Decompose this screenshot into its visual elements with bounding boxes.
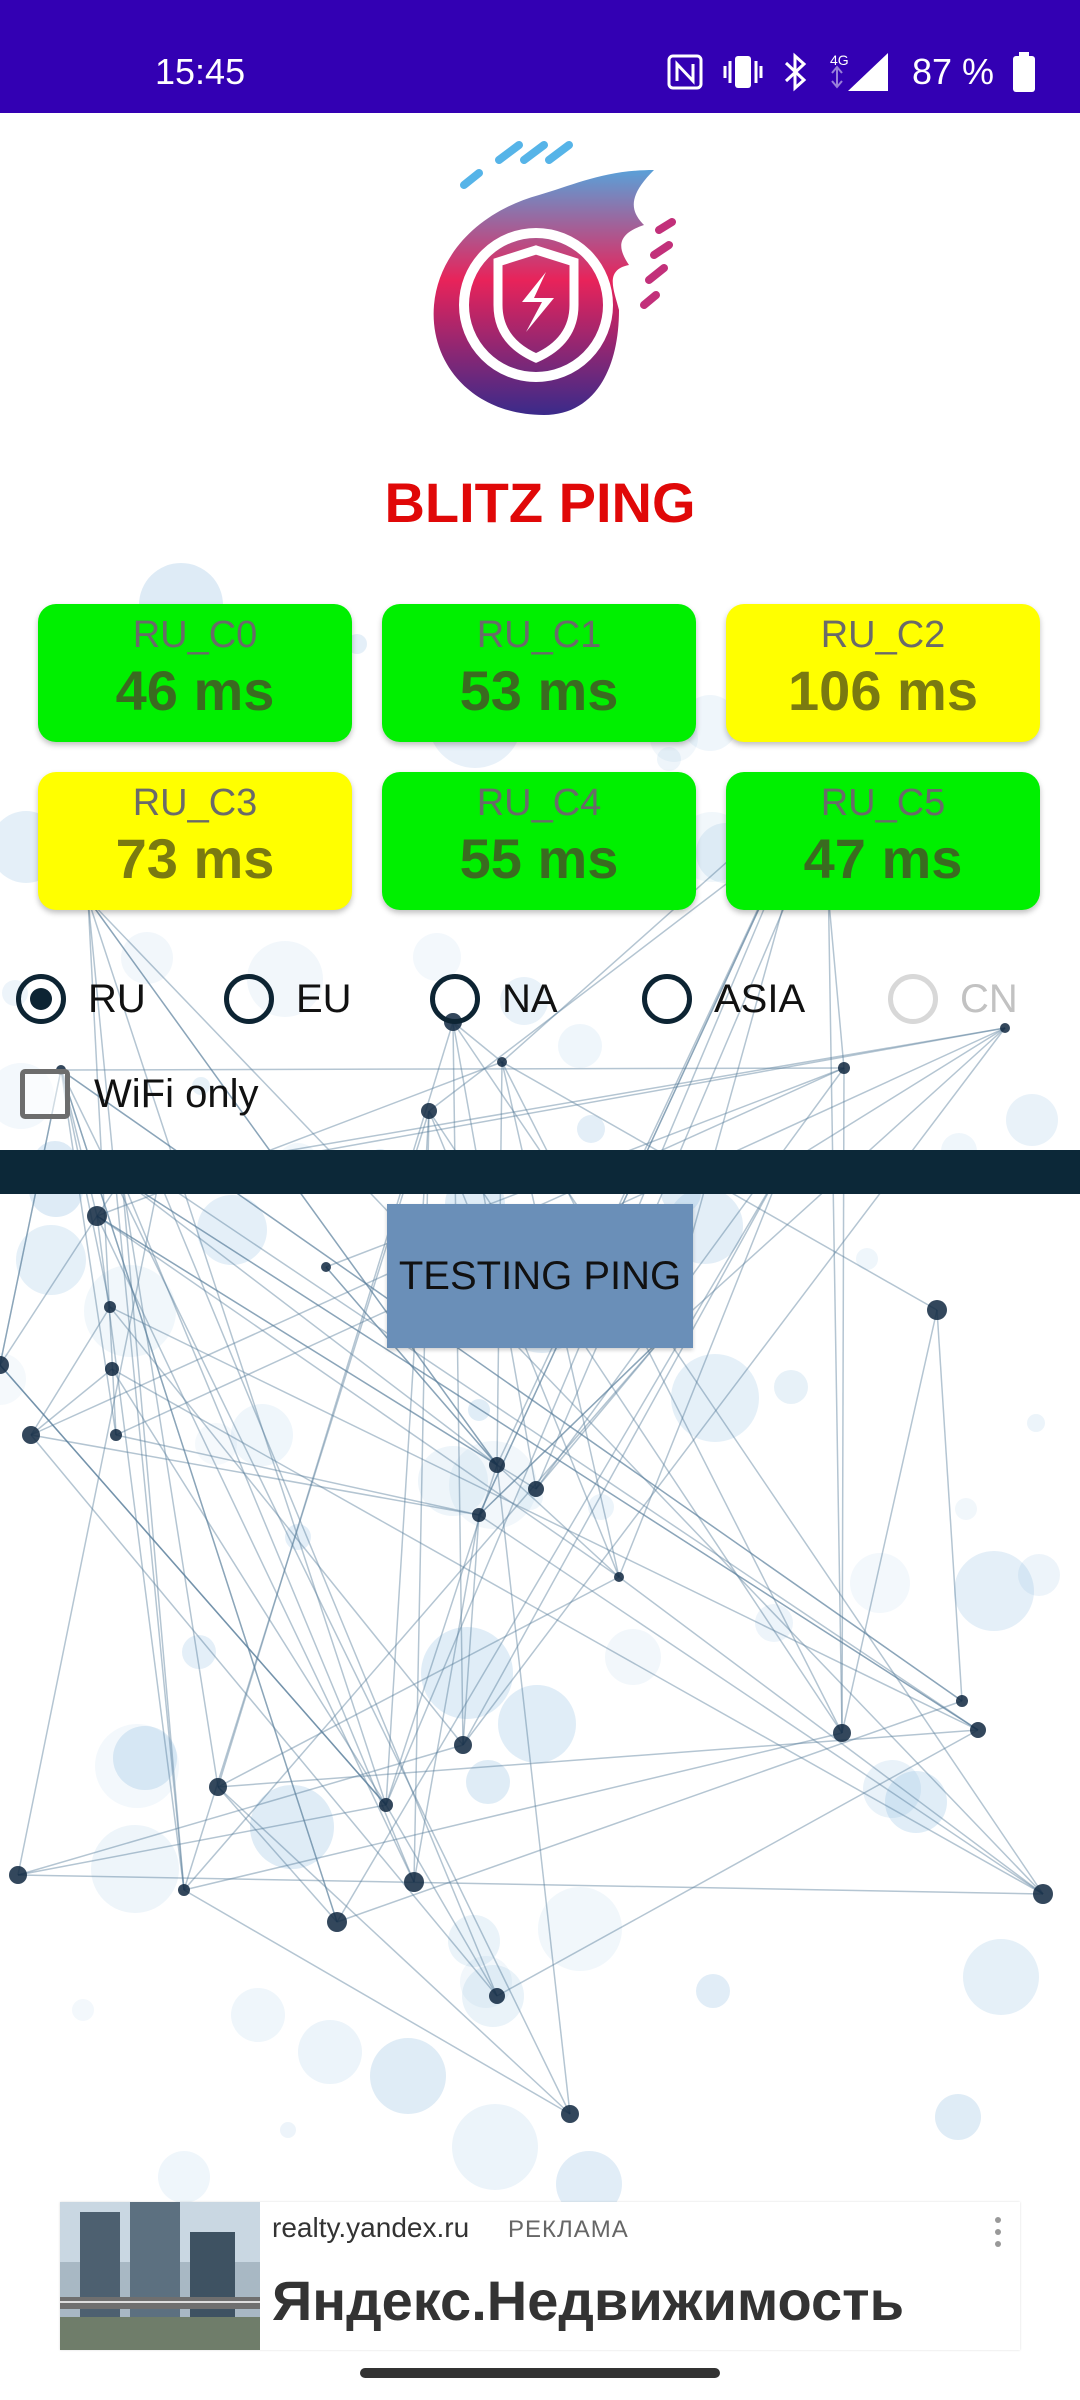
battery-icon	[1012, 52, 1036, 92]
radio-ru[interactable]	[16, 974, 66, 1024]
divider-bar	[0, 1150, 1080, 1194]
ad-label: РЕКЛАМА	[508, 2216, 629, 2243]
bluetooth-icon	[782, 52, 810, 92]
testing-ping-button[interactable]: TESTING PING	[387, 1204, 693, 1348]
radio-na[interactable]	[430, 974, 480, 1024]
status-bar: 15:45 4G 87 %	[0, 0, 1080, 113]
region-option-ru[interactable]: RU	[16, 966, 146, 1032]
home-indicator[interactable]	[360, 2368, 720, 2378]
more-vert-icon[interactable]	[992, 2214, 1004, 2254]
app-title: BLITZ PING	[384, 471, 696, 534]
server-card-ru-c0[interactable]: RU_C0 46 ms	[38, 604, 352, 742]
ad-title: Яндекс.Недвижимость	[272, 2269, 905, 2332]
server-card-ru-c5[interactable]: RU_C5 47 ms	[726, 772, 1040, 910]
status-icons: 4G 87 %	[666, 46, 1036, 98]
server-name: RU_C3	[132, 782, 258, 824]
server-ping: 53 ms	[459, 659, 619, 722]
server-card-ru-c1[interactable]: RU_C1 53 ms	[382, 604, 696, 742]
status-time: 15:45	[155, 51, 246, 92]
wifi-only-checkbox[interactable]	[20, 1069, 70, 1119]
wifi-only-option[interactable]: WiFi only	[20, 1066, 258, 1122]
server-name: RU_C1	[476, 614, 602, 656]
server-name: RU_C4	[476, 782, 602, 824]
server-name: RU_C2	[820, 614, 946, 656]
server-ping: 47 ms	[803, 827, 963, 890]
ad-domain: realty.yandex.ru	[272, 2212, 470, 2243]
region-selector: RU EU NA ASIA CN	[16, 966, 1080, 1032]
region-option-eu[interactable]: EU	[224, 966, 352, 1032]
server-name: RU_C0	[132, 614, 258, 656]
ad-banner[interactable]: realty.yandex.ru РЕКЛАМА Яндекс.Недвижим…	[60, 2202, 1020, 2350]
server-cards: RU_C0 46 ms RU_C1 53 ms RU_C2 106 ms RU_…	[38, 604, 1042, 910]
server-name: RU_C5	[820, 782, 946, 824]
radio-eu[interactable]	[224, 974, 274, 1024]
wifi-only-label: WiFi only	[94, 1071, 259, 1116]
radio-cn	[888, 974, 938, 1024]
blitz-ping-logo	[404, 140, 684, 420]
nfc-icon	[666, 53, 704, 91]
server-card-ru-c4[interactable]: RU_C4 55 ms	[382, 772, 696, 910]
svg-text:4G: 4G	[830, 52, 849, 68]
region-option-cn: CN	[888, 966, 1018, 1032]
signal-icon: 4G	[828, 51, 890, 93]
server-ping: 73 ms	[115, 827, 275, 890]
region-label: RU	[88, 976, 146, 1021]
server-ping: 55 ms	[459, 827, 619, 890]
server-card-ru-c3[interactable]: RU_C3 73 ms	[38, 772, 352, 910]
server-ping: 106 ms	[788, 659, 978, 722]
region-label: EU	[296, 976, 352, 1021]
region-label: CN	[960, 976, 1018, 1021]
radio-asia[interactable]	[642, 974, 692, 1024]
vibrate-icon	[722, 53, 764, 91]
region-option-asia[interactable]: ASIA	[642, 966, 805, 1032]
ad-image[interactable]	[60, 2202, 260, 2350]
region-label: NA	[502, 976, 558, 1021]
battery-percent: 87 %	[911, 51, 994, 92]
region-option-na[interactable]: NA	[430, 966, 558, 1032]
server-ping: 46 ms	[115, 659, 275, 722]
region-label: ASIA	[714, 976, 806, 1021]
server-card-ru-c2[interactable]: RU_C2 106 ms	[726, 604, 1040, 742]
